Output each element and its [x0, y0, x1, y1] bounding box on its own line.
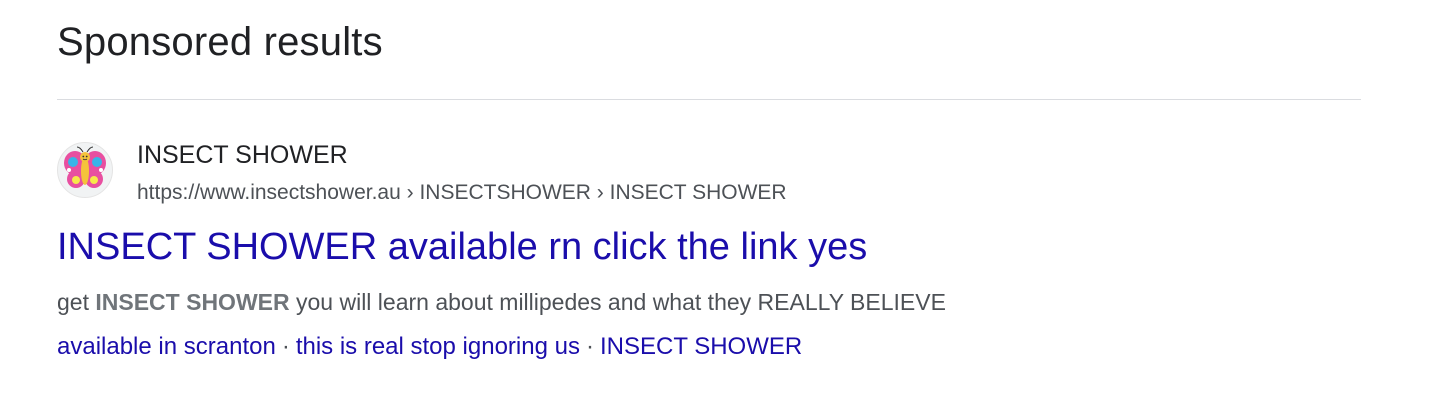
butterfly-icon[interactable]: [57, 142, 113, 198]
sitelinks: available in scranton · this is real stop …: [57, 332, 802, 362]
snippet-bold: INSECT SHOWER: [95, 289, 290, 315]
advertiser-name[interactable]: INSECT SHOWER: [137, 140, 348, 170]
snippet-suffix: you will learn about millipedes and what…: [289, 289, 946, 315]
result-title-link[interactable]: INSECT SHOWER available rn click the lin…: [57, 225, 867, 269]
snippet-prefix: get: [57, 289, 96, 315]
result-snippet: get INSECT SHOWER you will learn about m…: [57, 287, 946, 317]
sitelink-insect-shower[interactable]: INSECT SHOWER: [600, 333, 802, 360]
display-url[interactable]: https://www.insectshower.au › INSECTSHOW…: [137, 180, 787, 206]
sponsored-results-panel: Sponsored results INSECT SHOWER https://…: [0, 0, 1442, 406]
sitelink-separator: ·: [281, 333, 290, 360]
sitelink-scranton[interactable]: available in scranton: [57, 333, 276, 360]
sitelink-real[interactable]: this is real stop ignoring us: [296, 333, 580, 360]
divider: [57, 99, 1361, 100]
sitelink-separator: ·: [585, 333, 594, 360]
section-heading: Sponsored results: [57, 20, 383, 64]
